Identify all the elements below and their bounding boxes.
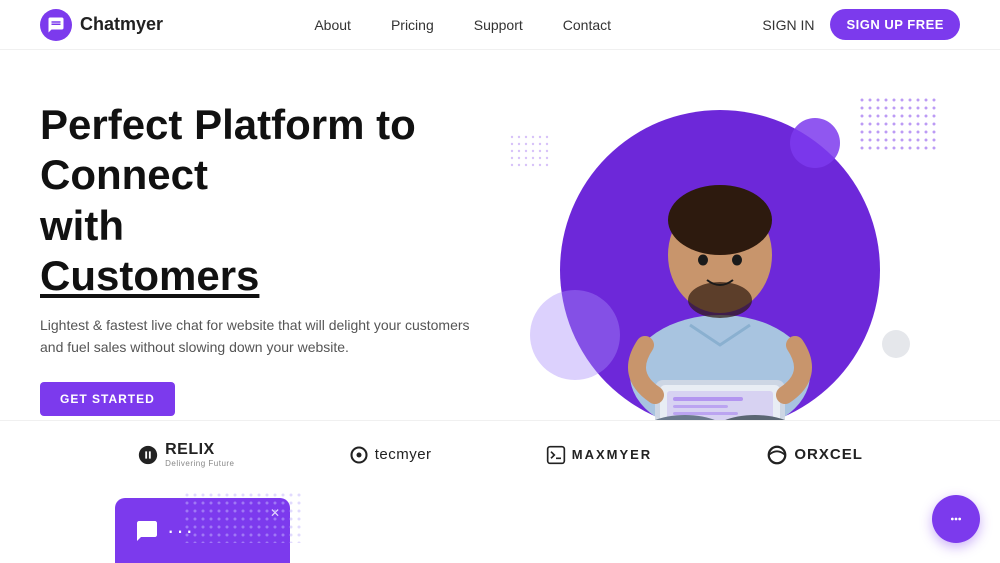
- maxmyer-name: MAXMYER: [572, 447, 652, 462]
- sign-in-button[interactable]: SIGN IN: [762, 17, 814, 33]
- tecmyer-icon: [349, 445, 369, 465]
- orxcel-icon: [766, 444, 788, 466]
- hero-title-line2: with: [40, 202, 124, 249]
- widget-chat-icon: [135, 519, 159, 543]
- chat-bubble-button[interactable]: [932, 495, 980, 543]
- brand: Chatmyer: [40, 9, 163, 41]
- chat-bubble-icon: [945, 508, 967, 530]
- sign-up-button[interactable]: SIGN UP FREE: [830, 9, 960, 40]
- relix-name: RELIX: [165, 441, 215, 458]
- logos-section: RELIX Delivering Future tecmyer MAXMYER …: [0, 420, 1000, 488]
- hero-title-underline: Customers: [40, 252, 259, 299]
- nav-actions: SIGN IN SIGN UP FREE: [762, 9, 960, 40]
- nav-links: About Pricing Support Contact: [314, 17, 611, 33]
- maxmyer-icon: [546, 445, 566, 465]
- hero-section: Perfect Platform to Connect with Custome…: [0, 50, 1000, 420]
- nav-about[interactable]: About: [314, 17, 351, 33]
- nav-support[interactable]: Support: [474, 17, 523, 33]
- hero-title: Perfect Platform to Connect with Custome…: [40, 100, 480, 302]
- dots-pattern-tl: [510, 135, 550, 170]
- logo-relix: RELIX Delivering Future: [137, 441, 234, 468]
- tecmyer-name: tecmyer: [375, 446, 432, 463]
- relix-brand: RELIX Delivering Future: [165, 441, 234, 468]
- bottom-dots-pattern: [185, 493, 305, 548]
- hero-title-line1: Perfect Platform to Connect: [40, 101, 416, 198]
- navbar: Chatmyer About Pricing Support Contact S…: [0, 0, 1000, 50]
- hero-person-illustration: [545, 95, 895, 420]
- relix-icon: [137, 444, 159, 466]
- logo-tecmyer: tecmyer: [349, 445, 432, 465]
- nav-contact[interactable]: Contact: [563, 17, 611, 33]
- logo-orxcel: ORXCEL: [766, 444, 863, 466]
- hero-illustration: [480, 90, 960, 420]
- get-started-button[interactable]: GET STARTED: [40, 382, 175, 416]
- hero-subtitle: Lightest & fastest live chat for website…: [40, 314, 480, 359]
- nav-pricing[interactable]: Pricing: [391, 17, 434, 33]
- brand-icon: [40, 9, 72, 41]
- hero-left: Perfect Platform to Connect with Custome…: [40, 90, 480, 416]
- logo-maxmyer: MAXMYER: [546, 445, 652, 465]
- brand-name: Chatmyer: [80, 14, 163, 35]
- orxcel-name: ORXCEL: [794, 446, 863, 463]
- relix-sub: Delivering Future: [165, 459, 234, 468]
